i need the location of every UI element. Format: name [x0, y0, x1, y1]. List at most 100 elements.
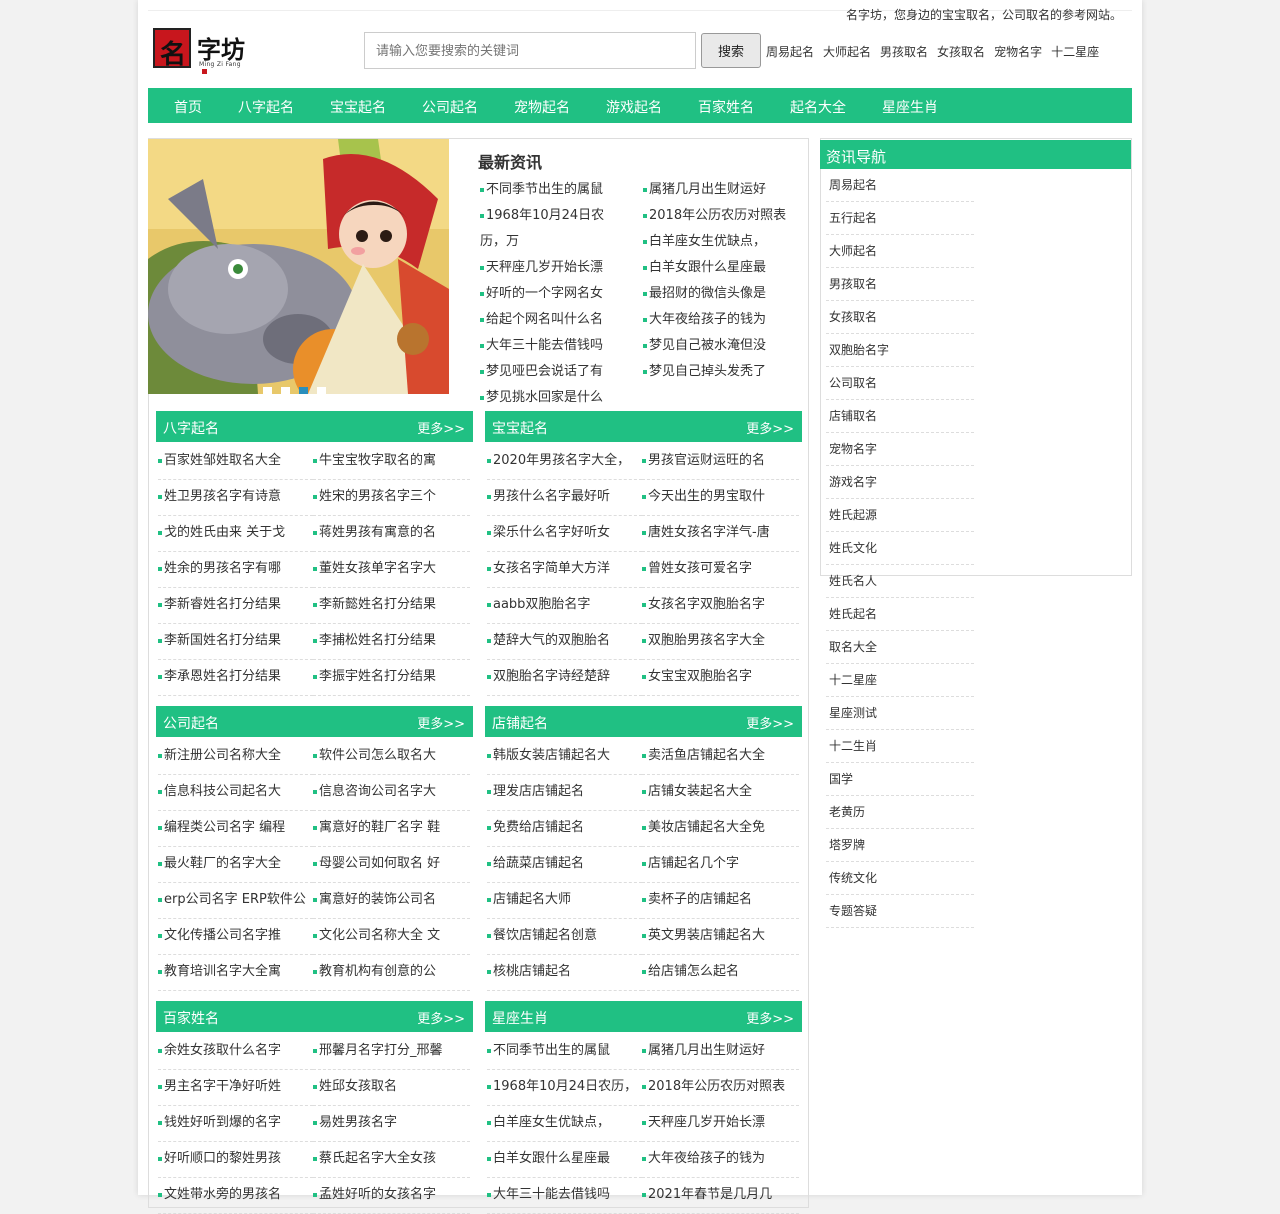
list-item-link[interactable]: 蒋姓男孩有寓意的名	[313, 525, 436, 540]
sidebar-item-link[interactable]: 店铺取名	[826, 409, 877, 423]
list-item-link[interactable]: 给店铺怎么起名	[642, 964, 739, 979]
section-more-link[interactable]: 更多>>	[746, 418, 794, 437]
list-item-link[interactable]: 店铺起名大师	[487, 892, 571, 907]
list-item-link[interactable]: 李新懿姓名打分结果	[313, 597, 436, 612]
list-item-link[interactable]: 母婴公司如何取名 好	[313, 856, 440, 871]
nav-pet[interactable]: 宠物起名	[514, 97, 570, 117]
nav-names[interactable]: 起名大全	[790, 97, 846, 117]
nav-home[interactable]: 首页	[174, 97, 202, 117]
list-item-link[interactable]: 核桃店铺起名	[487, 964, 571, 979]
slider-dot-active[interactable]	[299, 387, 308, 394]
news-item[interactable]: 1968年10月24日农历，万	[480, 203, 630, 255]
sidebar-item-link[interactable]: 专题答疑	[826, 904, 877, 918]
list-item-link[interactable]: 女宝宝双胞胎名字	[642, 669, 752, 684]
list-item-link[interactable]: 韩版女装店铺起名大	[487, 748, 610, 763]
news-item[interactable]: 属猪几月出生财运好	[643, 177, 803, 203]
news-item[interactable]: 白羊女跟什么星座最	[643, 255, 803, 281]
image-slider[interactable]	[148, 139, 449, 394]
search-input[interactable]	[364, 32, 696, 69]
nav-zodiac[interactable]: 星座生肖	[882, 97, 938, 117]
list-item-link[interactable]: 白羊座女生优缺点，	[487, 1115, 610, 1130]
sidebar-item-link[interactable]: 游戏名字	[826, 475, 877, 489]
list-item-link[interactable]: 店铺起名几个字	[642, 856, 739, 871]
nav-company[interactable]: 公司起名	[422, 97, 478, 117]
news-item[interactable]: 最招财的微信头像是	[643, 281, 803, 307]
list-item-link[interactable]: aabb双胞胎名字	[487, 597, 590, 612]
quick-link-pet[interactable]: 宠物名字	[994, 45, 1042, 59]
list-item-link[interactable]: 寓意好的鞋厂名字 鞋	[313, 820, 440, 835]
news-item[interactable]: 白羊座女生优缺点，	[643, 229, 803, 255]
sidebar-item-link[interactable]: 周易起名	[826, 178, 877, 192]
list-item-link[interactable]: 最火鞋厂的名字大全	[158, 856, 281, 871]
section-more-link[interactable]: 更多>>	[417, 1008, 465, 1027]
list-item-link[interactable]: 楚辞大气的双胞胎名	[487, 633, 610, 648]
list-item-link[interactable]: 李新国姓名打分结果	[158, 633, 281, 648]
list-item-link[interactable]: 姓邱女孩取名	[313, 1079, 397, 1094]
section-more-link[interactable]: 更多>>	[417, 713, 465, 732]
list-item-link[interactable]: 给蔬菜店铺起名	[487, 856, 584, 871]
nav-baby[interactable]: 宝宝起名	[330, 97, 386, 117]
news-item[interactable]: 2018年公历农历对照表	[643, 203, 803, 229]
sidebar-item-link[interactable]: 星座测试	[826, 706, 877, 720]
sidebar-item-link[interactable]: 十二星座	[826, 673, 877, 687]
sidebar-item-link[interactable]: 国学	[826, 772, 853, 786]
list-item-link[interactable]: 董姓女孩单字名字大	[313, 561, 436, 576]
list-item-link[interactable]: 大年夜给孩子的钱为	[642, 1151, 765, 1166]
slider-dot[interactable]	[263, 387, 272, 394]
news-item[interactable]: 梦见自己掉头发秃了	[643, 359, 803, 385]
list-item-link[interactable]: 唐姓女孩名字洋气-唐	[642, 525, 770, 540]
list-item-link[interactable]: 美妆店铺起名大全免	[642, 820, 765, 835]
list-item-link[interactable]: 李承恩姓名打分结果	[158, 669, 281, 684]
list-item-link[interactable]: 不同季节出生的属鼠	[487, 1043, 610, 1058]
list-item-link[interactable]: 软件公司怎么取名大	[313, 748, 436, 763]
sidebar-item-link[interactable]: 取名大全	[826, 640, 877, 654]
list-item-link[interactable]: 李捕松姓名打分结果	[313, 633, 436, 648]
news-item[interactable]: 大年三十能去借钱吗	[480, 333, 640, 359]
quick-link-zhouyi[interactable]: 周易起名	[766, 45, 814, 59]
list-item-link[interactable]: 寓意好的装饰公司名	[313, 892, 436, 907]
section-more-link[interactable]: 更多>>	[746, 1008, 794, 1027]
list-item-link[interactable]: 百家姓邹姓取名大全	[158, 453, 281, 468]
list-item-link[interactable]: 1968年10月24日农历，	[487, 1079, 637, 1094]
sidebar-item-link[interactable]: 双胞胎名字	[826, 343, 889, 357]
list-item-link[interactable]: 新注册公司名称大全	[158, 748, 281, 763]
nav-surname[interactable]: 百家姓名	[698, 97, 754, 117]
list-item-link[interactable]: 李振宇姓名打分结果	[313, 669, 436, 684]
news-item[interactable]: 梦见挑水回家是什么	[480, 385, 640, 411]
list-item-link[interactable]: 文化公司名称大全 文	[313, 928, 440, 943]
list-item-link[interactable]: 梁乐什么名字好听女	[487, 525, 610, 540]
list-item-link[interactable]: 男孩什么名字最好听	[487, 489, 610, 504]
news-item[interactable]: 大年夜给孩子的钱为	[643, 307, 803, 333]
news-item[interactable]: 梦见自己被水淹但没	[643, 333, 803, 359]
sidebar-item-link[interactable]: 姓氏起名	[826, 607, 877, 621]
list-item-link[interactable]: 2020年男孩名字大全，	[487, 453, 630, 468]
list-item-link[interactable]: 教育培训名字大全寓	[158, 964, 281, 979]
list-item-link[interactable]: 编程类公司名字 编程	[158, 820, 285, 835]
list-item-link[interactable]: 卖活鱼店铺起名大全	[642, 748, 765, 763]
list-item-link[interactable]: 戈的姓氏由来 关于戈	[158, 525, 285, 540]
sidebar-item-link[interactable]: 公司取名	[826, 376, 877, 390]
list-item-link[interactable]: 易姓男孩名字	[313, 1115, 397, 1130]
sidebar-item-link[interactable]: 塔罗牌	[826, 838, 865, 852]
news-item[interactable]: 好听的一个字网名女	[480, 281, 640, 307]
list-item-link[interactable]: 信息咨询公司名字大	[313, 784, 436, 799]
list-item-link[interactable]: 蔡氏起名字大全女孩	[313, 1151, 436, 1166]
list-item-link[interactable]: 姓卫男孩名字有诗意	[158, 489, 281, 504]
quick-link-dashi[interactable]: 大师起名	[823, 45, 871, 59]
news-item[interactable]: 天秤座几岁开始长漂	[480, 255, 640, 281]
list-item-link[interactable]: 姓宋的男孩名字三个	[313, 489, 436, 504]
slider-dot[interactable]	[317, 387, 326, 394]
quick-link-boy[interactable]: 男孩取名	[880, 45, 928, 59]
list-item-link[interactable]: 姓余的男孩名字有哪	[158, 561, 281, 576]
sidebar-item-link[interactable]: 女孩取名	[826, 310, 877, 324]
list-item-link[interactable]: 理发店店铺起名	[487, 784, 584, 799]
list-item-link[interactable]: 双胞胎男孩名字大全	[642, 633, 765, 648]
list-item-link[interactable]: 餐饮店铺起名创意	[487, 928, 597, 943]
list-item-link[interactable]: 余姓女孩取什么名字	[158, 1043, 281, 1058]
section-more-link[interactable]: 更多>>	[417, 418, 465, 437]
search-button[interactable]: 搜索	[701, 33, 761, 68]
list-item-link[interactable]: 李新睿姓名打分结果	[158, 597, 281, 612]
news-item[interactable]: 梦见哑巴会说话了有	[480, 359, 640, 385]
list-item-link[interactable]: 好听顺口的黎姓男孩	[158, 1151, 281, 1166]
news-item[interactable]: 不同季节出生的属鼠	[480, 177, 640, 203]
